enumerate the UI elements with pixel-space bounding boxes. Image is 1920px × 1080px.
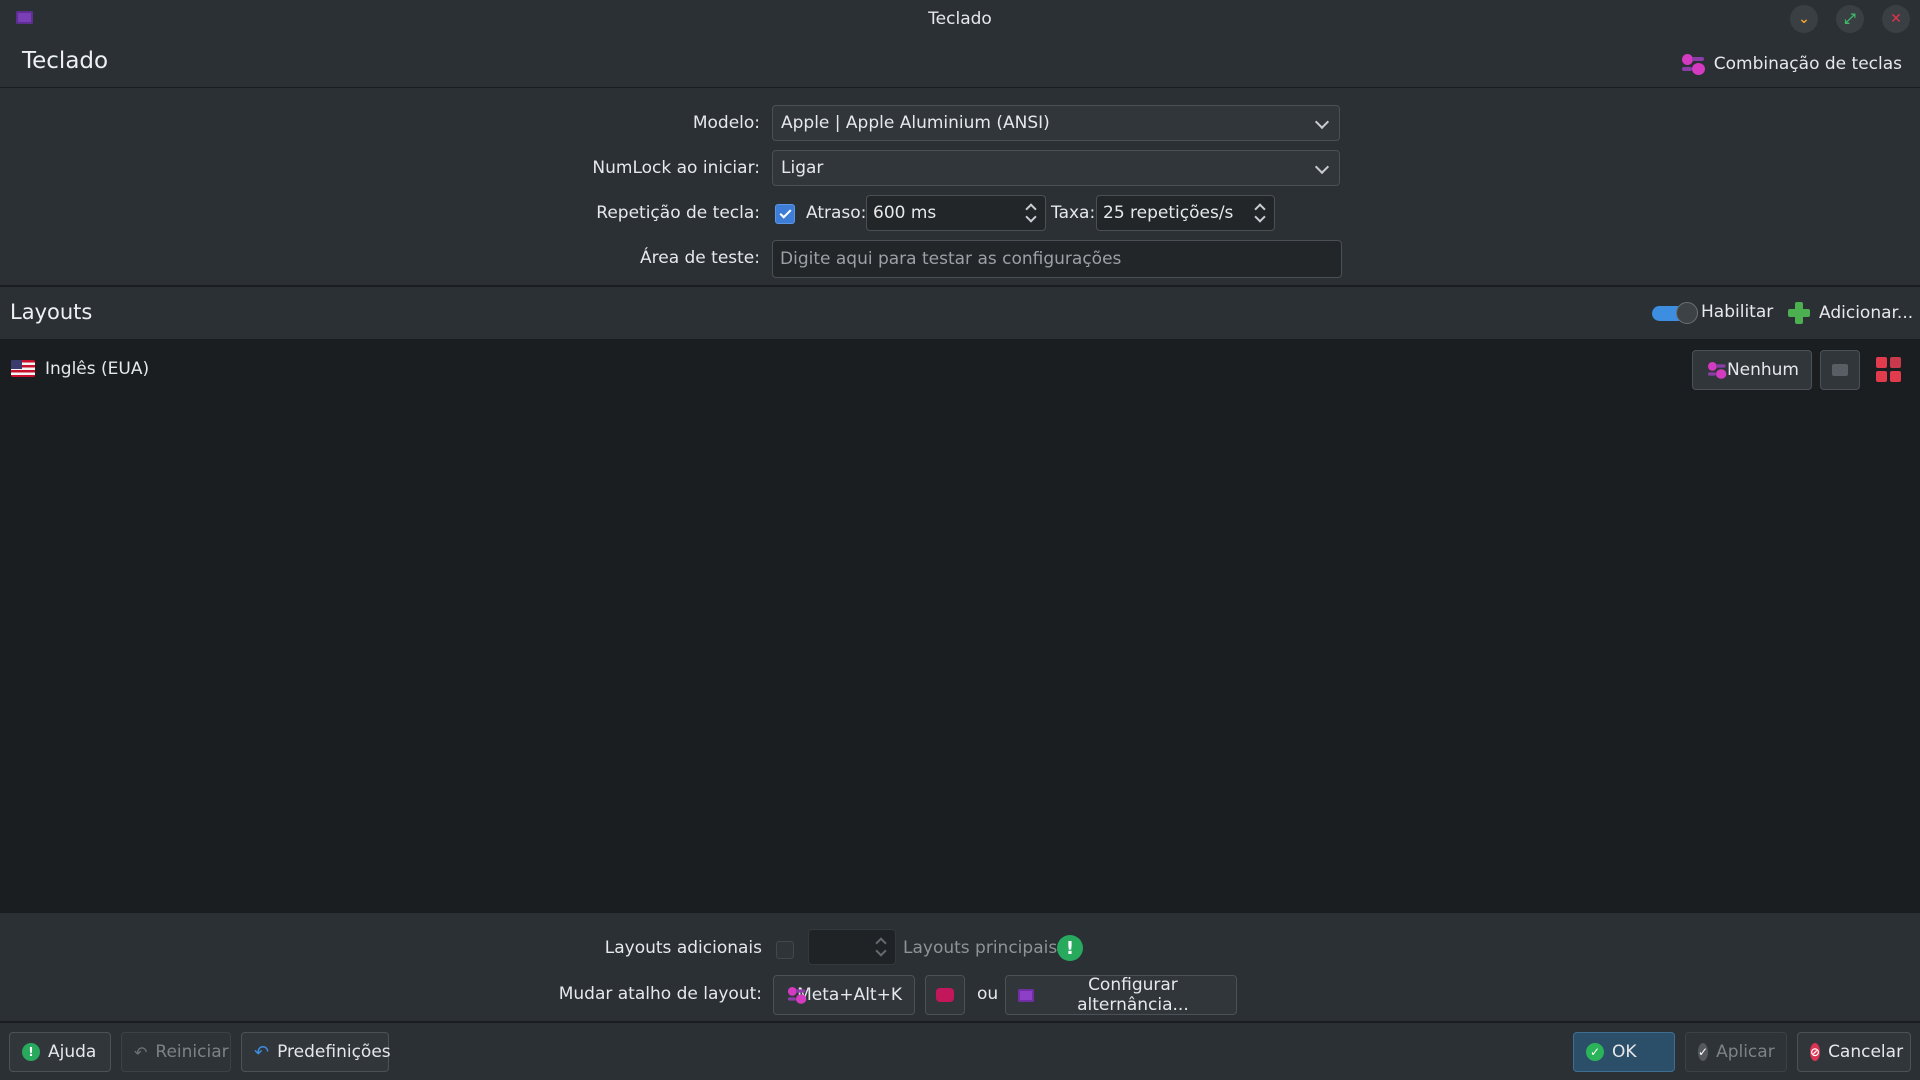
list-item[interactable]: Inglês (EUA) Nenhum [0, 341, 1920, 397]
reset-label: Reiniciar [155, 1042, 229, 1062]
layouts-title: Layouts [10, 300, 93, 324]
or-label: ou [977, 984, 999, 1004]
delay-spinbox[interactable]: 600 ms [866, 195, 1046, 231]
reset-button[interactable]: ↶ Reiniciar [121, 1032, 231, 1072]
minimize-icon: ⌄ [1798, 11, 1810, 27]
layout-shortcut-label: Nenhum [1726, 360, 1799, 380]
defaults-button[interactable]: ↶ Predefinições [241, 1032, 391, 1072]
key-repeat-checkbox[interactable] [775, 204, 795, 224]
close-icon: ✕ [1890, 11, 1902, 27]
switch-shortcut-value: Meta+Alt+K [797, 985, 902, 1005]
add-layout-label: Adicionar... [1819, 303, 1914, 323]
page-title: Teclado [22, 48, 109, 74]
configure-switching-button[interactable]: Configurar alternância... [1005, 975, 1237, 1015]
layout-list: Inglês (EUA) Nenhum [0, 341, 1920, 911]
layout-name: Inglês (EUA) [45, 359, 150, 379]
switch-shortcut-button[interactable]: Meta+Alt+K [773, 975, 915, 1015]
model-select[interactable]: Apple | Apple Aluminium (ANSI) [772, 105, 1340, 141]
ok-button[interactable]: ✓ OK [1573, 1032, 1675, 1072]
help-icon: ! [22, 1043, 40, 1061]
cancel-icon: ⊘ [1810, 1043, 1821, 1061]
minimize-button[interactable]: ⌄ [1790, 5, 1818, 33]
defaults-label: Predefinições [277, 1042, 391, 1062]
layout-options-panel: Layouts adicionais Layouts principais ! … [0, 912, 1920, 1022]
window-title: Teclado [928, 9, 992, 29]
close-window-button[interactable]: ✕ [1882, 5, 1910, 33]
rate-spinbox[interactable]: 25 repetições/s [1096, 195, 1275, 231]
apply-button[interactable]: ✓ Aplicar [1685, 1032, 1787, 1072]
test-area-input[interactable] [772, 240, 1342, 278]
add-layout-button[interactable]: Adicionar... [1787, 298, 1913, 328]
chevron-down-icon [1314, 114, 1330, 130]
spin-arrows-icon[interactable] [1025, 201, 1037, 225]
key-repeat-label: Repetição de tecla: [596, 203, 760, 223]
shortcut-toggle-icon [1706, 360, 1727, 379]
clear-shortcut-icon [1832, 364, 1848, 376]
ok-label: OK [1612, 1042, 1637, 1062]
cancel-label: Cancelar [1828, 1042, 1904, 1062]
apply-label: Aplicar [1716, 1042, 1775, 1062]
keyboard-settings-form: Modelo: Apple | Apple Aluminium (ANSI) N… [0, 88, 1920, 286]
shortcuts-label: Combinação de teclas [1713, 54, 1902, 74]
extra-layouts-checkbox[interactable] [776, 941, 794, 959]
keyboard-app-icon [16, 11, 33, 24]
checkmark-icon [778, 206, 792, 219]
model-value: Apple | Apple Aluminium (ANSI) [781, 113, 1050, 133]
clear-icon [936, 988, 954, 1002]
extra-layouts-spinbox[interactable] [808, 929, 896, 965]
shortcut-toggle-icon [1680, 52, 1706, 76]
keyboard-icon [1018, 988, 1034, 1002]
switch-shortcut-label: Mudar atalho de layout: [558, 984, 762, 1004]
numlock-label: NumLock ao iniciar: [592, 158, 760, 178]
delay-label: Atraso: [806, 203, 867, 223]
apply-check-icon: ✓ [1698, 1043, 1709, 1061]
spin-arrows-icon[interactable] [1254, 201, 1266, 225]
clear-switch-shortcut-button[interactable] [925, 975, 965, 1015]
chevron-down-icon [1314, 159, 1330, 175]
rate-label: Taxa: [1051, 203, 1096, 223]
numlock-select[interactable]: Ligar [772, 150, 1340, 186]
enable-layouts-switch[interactable] [1652, 302, 1698, 324]
title-bar: Teclado ⌄ ⤢ ✕ [0, 0, 1920, 38]
cancel-button[interactable]: ⊘ Cancelar [1797, 1032, 1911, 1072]
enable-label: Habilitar [1701, 302, 1774, 322]
configure-switching-label: Configurar alternância... [1077, 975, 1189, 1015]
extra-layouts-label: Layouts adicionais [604, 938, 762, 958]
shortcuts-button[interactable]: Combinação de teclas [1680, 50, 1902, 78]
numlock-value: Ligar [781, 158, 824, 178]
dialog-footer: ! Ajuda ↶ Reiniciar ↶ Predefinições ✓ OK… [0, 1023, 1920, 1080]
check-icon: ✓ [1586, 1043, 1604, 1061]
plus-icon [1787, 301, 1811, 325]
undo-icon: ↶ [134, 1042, 148, 1062]
window-controls: ⌄ ⤢ ✕ [1790, 5, 1910, 33]
rate-value: 25 repetições/s [1103, 203, 1234, 223]
delay-value: 600 ms [873, 203, 937, 223]
help-label: Ajuda [48, 1042, 97, 1062]
help-button[interactable]: ! Ajuda [9, 1032, 111, 1072]
maximize-button[interactable]: ⤢ [1836, 5, 1864, 33]
spin-arrows-icon[interactable] [875, 935, 887, 959]
clear-shortcut-button[interactable] [1820, 350, 1860, 390]
layout-shortcut-button[interactable]: Nenhum [1692, 350, 1812, 390]
maximize-icon: ⤢ [1844, 11, 1856, 27]
layouts-header: Layouts Habilitar Adicionar... [0, 287, 1920, 340]
us-flag-icon [11, 360, 35, 377]
page-header: Teclado Combinação de teclas [0, 38, 1920, 88]
test-area-label: Área de teste: [639, 248, 760, 268]
switch-knob [1676, 302, 1698, 324]
model-label: Modelo: [692, 113, 760, 133]
info-icon[interactable]: ! [1057, 935, 1083, 961]
defaults-icon: ↶ [254, 1041, 270, 1063]
main-layouts-label: Layouts principais [903, 938, 1058, 958]
layout-options-icon[interactable] [1876, 357, 1902, 383]
shortcut-toggle-icon [786, 985, 807, 1004]
